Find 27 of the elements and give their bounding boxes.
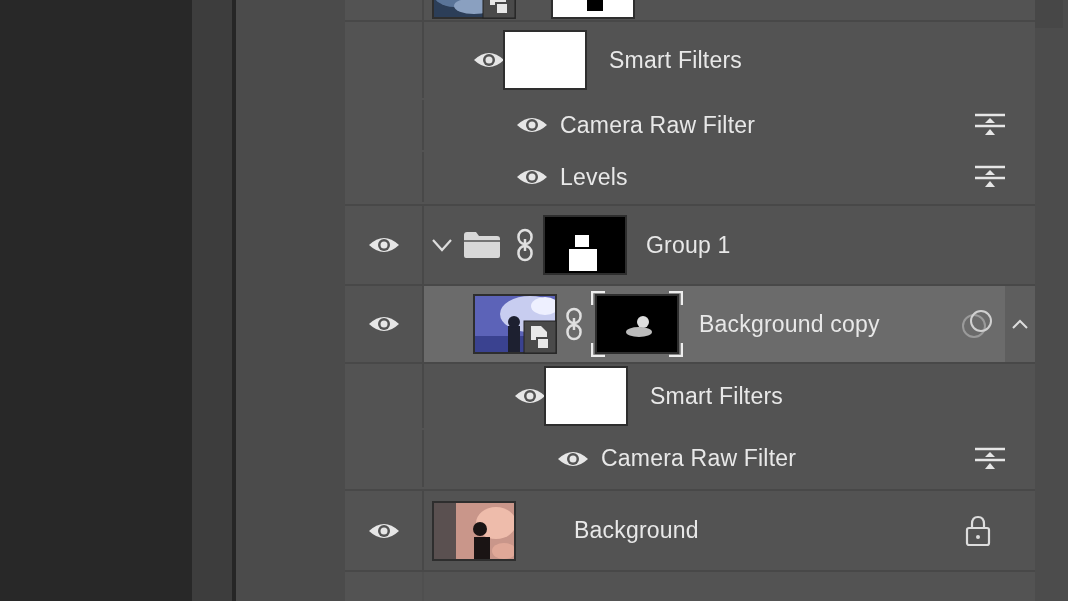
- eye-icon[interactable]: [514, 386, 546, 406]
- caret-icon: [1011, 319, 1029, 329]
- eye-icon[interactable]: [516, 167, 548, 187]
- layer-row[interactable]: [345, 0, 1035, 22]
- link-icon[interactable]: [565, 307, 583, 341]
- eye-icon[interactable]: [473, 50, 505, 70]
- layer-name: Background copy: [699, 310, 880, 338]
- chevron-icon[interactable]: [431, 238, 453, 252]
- filter-options-icon[interactable]: [975, 165, 1005, 189]
- layer-name: Background: [574, 517, 699, 544]
- layer-row[interactable]: Background: [345, 489, 1035, 572]
- folder-icon: [463, 231, 501, 259]
- layer-name: Smart Filters: [650, 382, 783, 410]
- eye-icon[interactable]: [516, 115, 548, 135]
- link-icon[interactable]: [516, 228, 534, 262]
- eye-icon[interactable]: [367, 235, 400, 255]
- lock-icon[interactable]: [965, 514, 991, 547]
- smart-filter-icon: [961, 309, 995, 339]
- eye-icon[interactable]: [367, 314, 400, 334]
- filter-options-icon[interactable]: [975, 113, 1005, 137]
- smart-object-badge-icon: [523, 320, 557, 354]
- layer-name: Smart Filters: [609, 46, 742, 74]
- filter-name: Camera Raw Filter: [601, 445, 797, 472]
- layer-name: Group 1: [646, 231, 731, 259]
- filter-name: Levels: [560, 163, 628, 191]
- filter-name: Camera Raw Filter: [560, 111, 756, 139]
- filter-options-icon[interactable]: [975, 446, 1005, 471]
